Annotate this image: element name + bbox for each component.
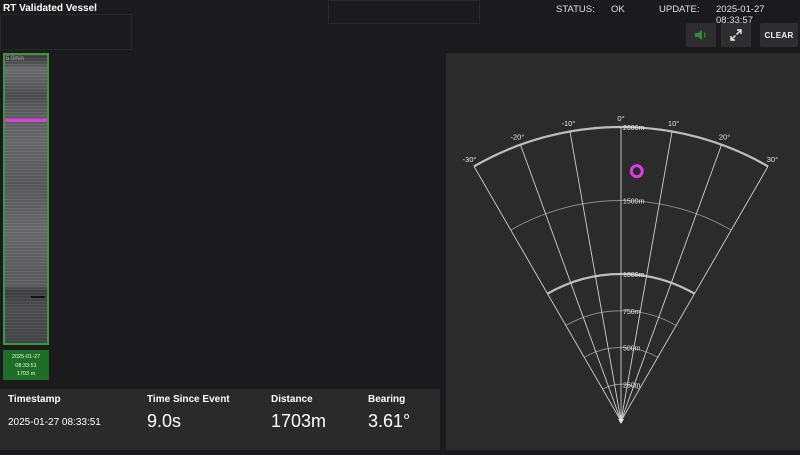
waterfall-time-window: 5.0min — [6, 56, 25, 62]
timestamp-value: 2025-01-27 08:33:51 — [8, 417, 101, 428]
distance-value: 1703m — [271, 411, 327, 431]
range-label: 1000m — [623, 272, 645, 279]
event-card-time: 08:33:51 — [15, 362, 37, 369]
timestamp-column: Timestamp 2025-01-27 08:33:51 — [8, 394, 101, 428]
radar-panel[interactable]: -30° -20° -10° 0° 10° 20° 30° 2000m 1500m 1000m 75… — [446, 53, 800, 450]
time-since-column: Time Since Event 9.0s — [147, 394, 230, 432]
expand-icon — [730, 29, 742, 41]
fullscreen-button[interactable] — [721, 23, 751, 47]
range-label: 750m — [623, 309, 641, 316]
range-label: 2000m — [623, 125, 645, 132]
range-label: 500m — [623, 346, 641, 353]
event-card-distance: 1703 m — [16, 371, 36, 377]
distance-header: Distance — [271, 394, 313, 405]
bearing-line — [520, 144, 622, 422]
bearing-label: -20° — [511, 132, 525, 141]
status-value: OK — [611, 4, 625, 15]
speaker-icon — [695, 30, 706, 40]
bearing-header: Bearing — [368, 394, 406, 405]
app-title: RT Validated Vessel — [3, 3, 97, 14]
event-card[interactable]: 2025-01-27 08:33:51 1703 m — [3, 350, 49, 380]
target-marker[interactable] — [629, 164, 644, 179]
bearing-value: 3.61° — [368, 411, 411, 431]
sound-toggle-button[interactable] — [686, 23, 716, 47]
time-since-header: Time Since Event — [147, 394, 230, 405]
bearing-label: 0° — [617, 114, 624, 123]
waterfall-display[interactable] — [3, 53, 49, 345]
range-label: 250m — [623, 382, 641, 389]
event-card-date: 2025-01-27 — [11, 354, 41, 360]
bearing-label: 10° — [668, 119, 679, 128]
bearing-label: 30° — [767, 155, 778, 164]
bearing-column: Bearing 3.61° — [368, 394, 410, 432]
sector-plot[interactable]: -30° -20° -10° 0° 10° 20° 30° 2000m 1500m 1000m 75… — [446, 53, 800, 450]
center-panel-outline — [328, 0, 480, 24]
time-since-value: 9.0s — [147, 411, 182, 431]
bearing-line — [620, 144, 722, 422]
bearing-label: -30° — [463, 155, 477, 164]
waterfall-tick — [31, 296, 45, 298]
sensor-origin-icon — [618, 419, 624, 424]
clear-button[interactable]: CLEAR — [760, 23, 798, 47]
event-marker-line — [5, 119, 47, 122]
header-panel-outline — [0, 14, 132, 50]
status-label: STATUS: — [556, 4, 595, 15]
range-label: 1500m — [623, 199, 645, 206]
waterfall-texture — [5, 55, 47, 343]
bearing-label: -10° — [561, 119, 575, 128]
event-info-panel: Timestamp 2025-01-27 08:33:51 Time Since… — [0, 389, 440, 450]
timestamp-header: Timestamp — [8, 394, 61, 405]
bearing-label: 20° — [719, 132, 730, 141]
update-label: UPDATE: — [659, 4, 700, 15]
distance-column: Distance 1703m — [271, 394, 326, 432]
